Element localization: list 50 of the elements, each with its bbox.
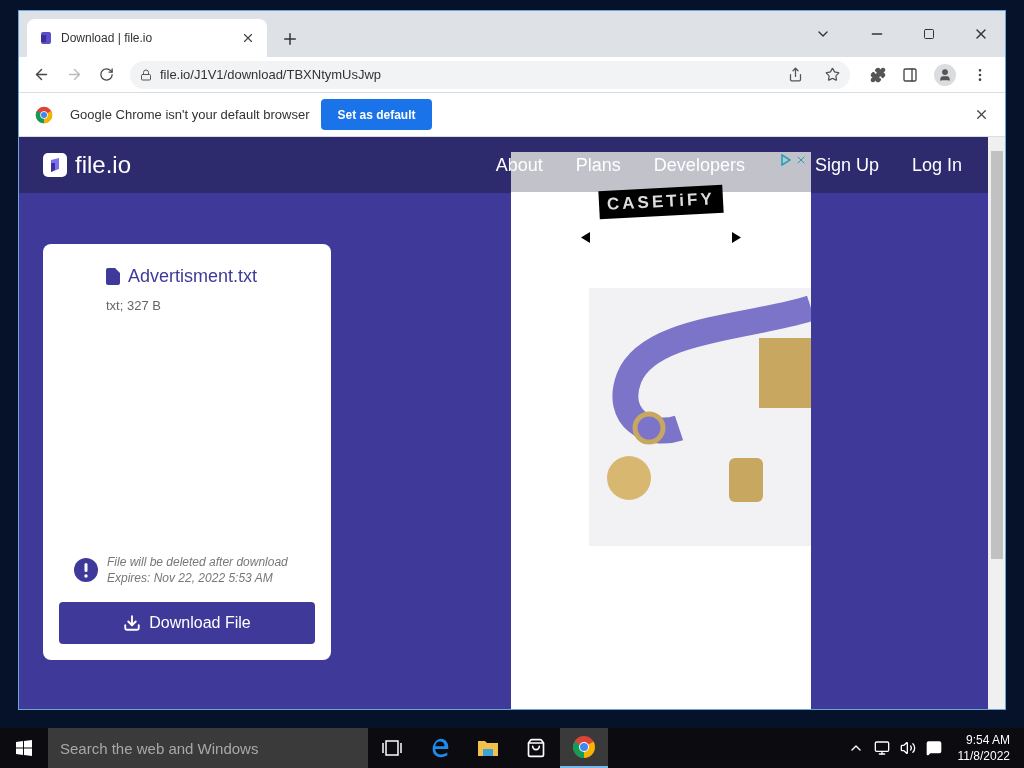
scrollbar-thumb[interactable] [990,151,1003,559]
scrollbar[interactable] [988,137,1005,709]
profile-avatar[interactable] [934,63,956,86]
browser-tab[interactable]: Download | file.io [27,19,267,57]
tab-title: Download | file.io [61,30,154,47]
next-arrow-icon[interactable] [732,231,741,243]
notice-text: File will be deleted after download [107,554,288,570]
clock-date: 11/8/2022 [957,748,1010,764]
folder-icon [477,738,499,758]
network-icon[interactable] [873,740,890,756]
clock-time: 9:54 AM [965,732,1010,748]
clock[interactable]: 9:54 AM 11/8/2022 [957,732,1010,764]
chrome-logo-icon [35,105,53,124]
volume-icon[interactable] [899,740,916,756]
previous-arrow-icon[interactable] [581,231,590,243]
nav-link[interactable]: Log In [911,151,962,179]
site-favicon-icon [39,31,53,45]
ad-brand-logo[interactable]: CASETiFY [598,184,724,219]
download-file-button[interactable]: Download File [59,602,315,644]
taskbar-app[interactable] [560,728,608,768]
close-tab-icon[interactable] [241,31,255,45]
address-bar[interactable]: file.io/J1V1/download/TBXNtymUsJwp [130,60,850,89]
notice-text: Expires: Nov 22, 2022 5:53 AM [107,570,274,586]
warning-icon [74,558,98,582]
side-panel-icon[interactable] [902,66,918,83]
back-icon[interactable] [33,66,50,83]
notification-icon[interactable] [925,740,942,756]
file-icon [106,268,120,285]
store-bag-icon [526,738,546,758]
reload-icon[interactable] [99,67,114,82]
nav-link[interactable]: Sign Up [814,151,879,179]
file-meta: txt; 327 B [106,297,162,315]
bookmark-star-icon[interactable] [825,67,840,82]
file-name: Advertisment.txt [128,265,258,288]
extensions-icon[interactable] [870,66,886,83]
file-io-logo-icon [43,153,67,177]
infobar-message: Google Chrome isn't your default browser [70,105,310,124]
windows-start-icon[interactable] [16,740,32,756]
new-tab-icon[interactable] [281,30,299,48]
close-infobar-icon[interactable] [974,107,989,122]
task-view-icon [382,740,402,756]
set-default-button[interactable]: Set as default [321,99,432,130]
chrome-icon [572,735,596,759]
share-icon[interactable] [788,67,803,82]
download-icon [123,614,142,632]
lock-icon [140,68,152,81]
url-text: file.io/J1V1/download/TBXNtymUsJwp [160,65,383,84]
maximize-icon[interactable] [923,28,935,40]
taskbar-search-field[interactable]: Search the web and Windows [48,728,368,768]
site-logo-text[interactable]: file.io [75,147,132,183]
